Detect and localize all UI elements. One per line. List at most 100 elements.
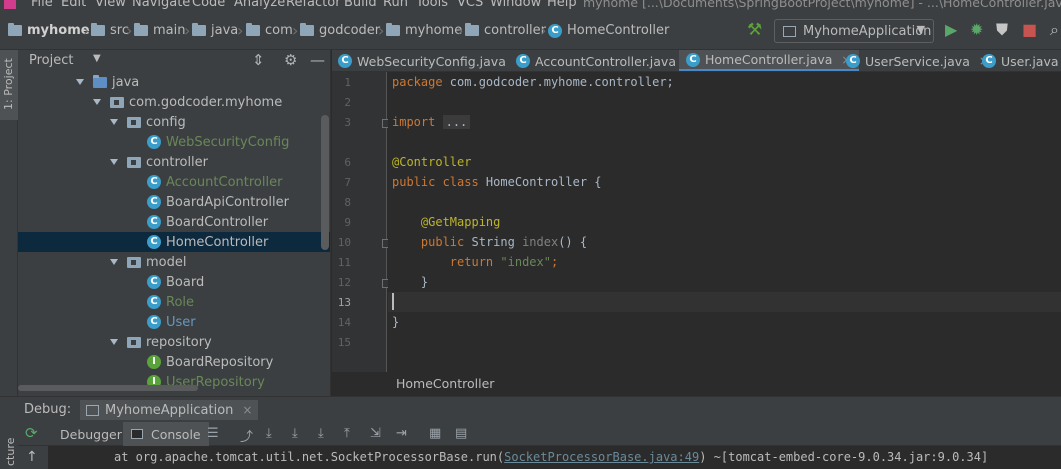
code-line-controller-annotation: @Controller	[392, 155, 472, 169]
editor-breadcrumb-item[interactable]: HomeController	[396, 376, 494, 391]
breadcrumb-label: HomeController	[567, 23, 670, 38]
menu-code[interactable]: Code	[192, 0, 225, 10]
chevron-right-icon: ›	[457, 21, 464, 40]
breadcrumb-project[interactable]: myhome	[8, 23, 90, 38]
menu-vcs[interactable]: VCS	[457, 0, 483, 10]
folded-imports[interactable]: ...	[442, 115, 471, 129]
run-icon[interactable]: ▶	[945, 20, 957, 40]
tab-label: UserService.java	[865, 53, 970, 69]
breadcrumb-label: main	[153, 23, 186, 38]
source-folder-icon	[93, 74, 107, 88]
force-step-into-icon[interactable]: ⤓	[318, 426, 324, 441]
expanded-arrow-icon	[93, 99, 101, 105]
tree-item-repository[interactable]: repository	[18, 332, 330, 352]
menu-tools[interactable]: Tools	[416, 0, 448, 10]
tab-websecurityconfig[interactable]: C WebSecurityConfig.java ×	[338, 50, 533, 71]
code-line-close-class: }	[392, 315, 400, 329]
project-tool-tab[interactable]: 1: Project	[0, 50, 18, 120]
package-icon	[127, 256, 141, 268]
debug-icon[interactable]: ✹	[970, 20, 983, 40]
breadcrumb-java[interactable]: java	[192, 23, 238, 38]
folder-icon	[386, 23, 400, 36]
trace-icon[interactable]: ▤	[455, 426, 467, 441]
stacktrace-link[interactable]: SocketProcessorBase.java:49	[504, 450, 699, 464]
menu-build[interactable]: Build	[344, 0, 377, 10]
tab-accountcontroller[interactable]: C AccountController.java ×	[516, 50, 703, 71]
tree-item-com-godcoder-myhome[interactable]: com.godcoder.myhome	[18, 92, 330, 112]
horizontal-scrollbar[interactable]	[18, 385, 198, 391]
gear-icon[interactable]: ⚙	[284, 51, 297, 69]
tab-debugger[interactable]: Debugger	[52, 422, 130, 446]
tree-item-board[interactable]: C Board	[18, 272, 330, 292]
chevron-down-icon[interactable]: ▼	[93, 53, 101, 64]
code-editor[interactable]: package com.godcoder.myhome.controller; …	[388, 72, 1061, 372]
close-icon[interactable]: ×	[242, 403, 252, 417]
breadcrumb-com[interactable]: com	[246, 23, 293, 38]
class-icon: C	[548, 23, 562, 38]
menu-analyze[interactable]: Analyze	[234, 0, 285, 10]
console-output[interactable]: at org.apache.tomcat.util.net.SocketProc…	[48, 446, 1061, 469]
tree-item-websecurityconfig[interactable]: C WebSecurityConfig	[18, 132, 330, 152]
menu-file[interactable]: File	[31, 0, 53, 10]
tab-homecontroller[interactable]: C HomeController.java ×	[679, 50, 860, 71]
run-to-cursor-icon[interactable]: ⇥	[396, 426, 407, 441]
tree-item-accountcontroller[interactable]: C AccountController	[18, 172, 330, 192]
menu-edit[interactable]: Edit	[61, 0, 86, 10]
search-everywhere-icon[interactable]: ⌕	[1050, 20, 1059, 40]
tree-item-boardapicontroller[interactable]: C BoardApiController	[18, 192, 330, 212]
vertical-scrollbar[interactable]	[321, 115, 329, 250]
structure-tool-tab[interactable]: cture	[0, 420, 18, 469]
show-execution-point-icon[interactable]: ⤴	[240, 426, 253, 445]
tree-item-homecontroller[interactable]: C HomeController	[18, 232, 330, 252]
tree-item-user[interactable]: C User	[18, 312, 330, 332]
line-number-current: 13	[337, 296, 351, 309]
tab-debugger-label: Debugger	[60, 426, 122, 442]
tree-item-label: Role	[166, 294, 195, 310]
menu-lines-icon[interactable]: ☰	[207, 426, 219, 441]
tab-console[interactable]: Console	[123, 422, 209, 446]
tree-item-role[interactable]: C Role	[18, 292, 330, 312]
tree-item-java[interactable]: java	[18, 72, 330, 92]
line-number-gutter[interactable]: 1 2 3 6 7 8 9 10 11 12 13 14 15	[332, 72, 391, 372]
breadcrumb-main[interactable]: main	[134, 23, 185, 38]
step-out-icon[interactable]: ⤒	[344, 426, 350, 441]
breadcrumb-homecontroller[interactable]: C HomeController	[548, 23, 669, 38]
evaluate-expression-icon[interactable]: ▦	[429, 426, 441, 441]
tree-item-config[interactable]: config	[18, 112, 330, 132]
application-config-icon	[86, 404, 99, 416]
debug-session-label: MyhomeApplication	[105, 402, 234, 418]
debug-session-tab[interactable]: MyhomeApplication ×	[80, 400, 259, 420]
breadcrumb-src[interactable]: src	[91, 23, 129, 38]
menu-help[interactable]: Help	[547, 0, 577, 10]
menu-view[interactable]: View	[95, 0, 126, 10]
tree-item-model[interactable]: model	[18, 252, 330, 272]
project-panel-title[interactable]: Project	[29, 53, 73, 68]
expanded-arrow-icon	[110, 119, 118, 125]
collapse-all-icon[interactable]: ⇕	[252, 51, 265, 69]
breadcrumb-controller[interactable]: controller	[465, 23, 546, 38]
menu-run[interactable]: Run	[383, 0, 408, 10]
tree-item-boardcontroller[interactable]: C BoardController	[18, 212, 330, 232]
tree-item-boardrepository[interactable]: I BoardRepository	[18, 352, 330, 372]
folder-icon	[246, 23, 260, 36]
step-into-icon[interactable]: ⤓	[292, 426, 298, 441]
rerun-icon[interactable]: ⟳	[25, 424, 38, 442]
run-configuration-select[interactable]: MyhomeApplication ▼	[774, 19, 934, 43]
stop-icon[interactable]: ■	[1022, 20, 1037, 40]
breadcrumb-myhome[interactable]: myhome	[386, 23, 462, 38]
tab-userservice[interactable]: C UserService.java ×	[846, 50, 997, 71]
tree-item-controller[interactable]: controller	[18, 152, 330, 172]
breadcrumb-label: myhome	[27, 23, 90, 38]
tab-user[interactable]: C User.java ×	[982, 50, 1061, 71]
menu-window[interactable]: Window	[490, 0, 541, 10]
arrow-up-icon[interactable]: ↑	[26, 449, 38, 465]
step-over-icon[interactable]: ⤓	[266, 426, 272, 441]
menu-refactor[interactable]: Refactor	[286, 0, 341, 10]
coverage-icon[interactable]: ⛊	[996, 20, 1008, 40]
folder-icon	[8, 23, 22, 36]
hide-panel-icon[interactable]: —	[310, 51, 325, 69]
breadcrumb-godcoder[interactable]: godcoder	[300, 23, 380, 38]
hammer-icon[interactable]: ⚒	[747, 20, 762, 40]
menu-navigate[interactable]: Navigate	[132, 0, 190, 10]
drop-frame-icon[interactable]: ⇲	[370, 426, 381, 441]
